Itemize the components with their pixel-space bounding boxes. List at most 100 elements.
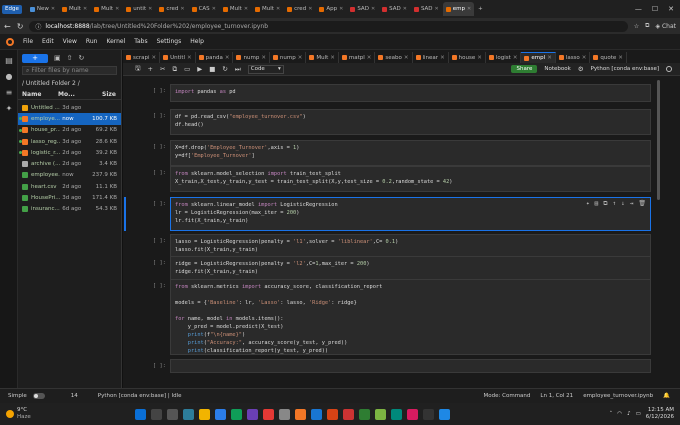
ai-assist-icon[interactable]: ✦ (586, 200, 590, 208)
menu-view[interactable]: View (63, 38, 77, 45)
file-row[interactable]: logistic_r... 2d ago 39.2 KB (18, 147, 121, 158)
kernel-name[interactable]: Python [conda env:base] (591, 66, 659, 72)
browser-tab[interactable]: SAD ✕ (347, 2, 378, 16)
restart-icon[interactable]: ↻ (222, 65, 227, 73)
simple-mode-toggle[interactable] (32, 393, 45, 399)
app-icon-7[interactable] (407, 408, 418, 420)
browser-tab[interactable]: SAD ✕ (411, 2, 442, 16)
run-icon[interactable]: ▶ (197, 65, 202, 73)
search-icon[interactable] (151, 408, 162, 420)
notebook-tab[interactable]: Mult ✕ (306, 52, 339, 63)
bug-icon[interactable]: ⚙ (578, 65, 584, 73)
cell-editor[interactable]: from sklearn.linear_model import Logisti… (170, 197, 651, 231)
app-icon-4[interactable] (343, 408, 354, 420)
close-tab-icon[interactable]: ✕ (225, 55, 230, 61)
paste-icon[interactable]: ▭ (184, 65, 190, 73)
code-cell[interactable]: [ ]: from sklearn.linear_model import Log… (124, 197, 651, 231)
maximize-icon[interactable]: ☐ (652, 5, 658, 13)
close-tab-icon[interactable]: ✕ (404, 55, 409, 61)
save-icon[interactable]: 🖫 (135, 64, 141, 75)
cell-editor[interactable]: import pandas as pd (170, 84, 651, 102)
close-tab-icon[interactable]: ✕ (513, 55, 518, 61)
cut-icon[interactable]: ✂ (160, 65, 165, 73)
notebook-tab[interactable]: logist ✕ (486, 52, 522, 63)
notifications-icon[interactable]: 🔔 (663, 393, 670, 399)
insert-cell-icon[interactable]: + (148, 65, 153, 73)
cell-editor[interactable]: from sklearn.model_selection import trai… (170, 166, 651, 192)
close-tab-icon[interactable]: ✕ (152, 55, 157, 61)
menu-settings[interactable]: Settings (157, 38, 182, 45)
code-cell[interactable]: [ ]: from sklearn.model_selection import … (136, 166, 651, 192)
browser-tab[interactable]: emp ✕ (442, 2, 475, 16)
chrome-icon[interactable] (231, 408, 242, 420)
menu-kernel[interactable]: Kernel (106, 38, 125, 45)
notebook-tab[interactable]: house ✕ (449, 52, 486, 63)
col-name-header[interactable]: Name (22, 91, 58, 98)
file-row[interactable]: lasso_reg... 3d ago 28.6 KB (18, 136, 121, 147)
close-tab-icon[interactable]: ✕ (477, 55, 482, 61)
browser-tab[interactable]: CAS ✕ (189, 2, 219, 16)
move-down-icon[interactable]: ↓ (621, 200, 625, 208)
browser-tab[interactable]: SAD ✕ (379, 2, 410, 16)
close-tab-icon[interactable]: ✕ (298, 55, 303, 61)
minimize-icon[interactable]: — (635, 5, 642, 13)
close-tab-icon[interactable]: ✕ (403, 6, 407, 12)
back-icon[interactable]: ← (4, 22, 11, 31)
vscode-icon[interactable] (439, 408, 450, 420)
menu-file[interactable]: File (23, 38, 33, 45)
stop-icon[interactable]: ■ (209, 65, 215, 73)
close-tab-icon[interactable]: ✕ (339, 6, 343, 12)
file-row[interactable]: HousePri... 3d ago 171.4 KB (18, 192, 121, 203)
file-row[interactable]: house_pr... 2d ago 69.2 KB (18, 125, 121, 136)
file-row[interactable]: Untitled ... 3d ago (18, 102, 121, 113)
refresh-icon[interactable]: ↻ (17, 22, 24, 31)
close-tab-icon[interactable]: ✕ (187, 55, 192, 61)
clock[interactable]: 12:15 AM 6/12/2026 (646, 407, 674, 421)
cursor-position[interactable]: Ln 1, Col 21 (540, 393, 573, 399)
close-tab-icon[interactable]: ✕ (367, 55, 372, 61)
app-icon[interactable] (247, 408, 258, 420)
notebook-tab[interactable]: Untitl ✕ (160, 52, 196, 63)
cell-editor[interactable] (170, 359, 651, 373)
menu-run[interactable]: Run (86, 38, 98, 45)
notebook-tab[interactable]: seabo ✕ (375, 52, 413, 63)
browser-tab[interactable]: New ✕ (27, 2, 58, 16)
close-tab-icon[interactable]: ✕ (180, 6, 184, 12)
app-icon-2[interactable] (279, 408, 290, 420)
close-tab-icon[interactable]: ✕ (308, 6, 312, 12)
url-input[interactable]: ⓘ localhost:8888/lab/tree/Untitled%20Fol… (29, 20, 628, 32)
close-tab-icon[interactable]: ✕ (83, 6, 87, 12)
task-view-icon[interactable] (167, 408, 178, 420)
brave-icon[interactable] (327, 408, 338, 420)
app-icon-3[interactable] (311, 408, 322, 420)
filter-files-input[interactable]: ⌕ Filter files by name (22, 66, 117, 75)
widgets-icon[interactable] (183, 408, 194, 420)
delete-cell-icon[interactable]: 🗑 (638, 200, 646, 208)
battery-icon[interactable]: ▭ (636, 411, 641, 417)
opera-icon[interactable] (263, 408, 274, 420)
app-icon-8[interactable] (423, 408, 434, 420)
browser-tab[interactable]: cred ✕ (284, 2, 315, 16)
cell-type-select[interactable]: Code ▾ (247, 64, 284, 74)
notebook-tab[interactable]: empl ✕ (521, 52, 556, 63)
close-window-icon[interactable]: ✕ (668, 5, 674, 13)
duplicate-cell-icon[interactable]: ⧉ (603, 200, 607, 208)
notebook-tab[interactable]: nump ✕ (233, 52, 270, 63)
wifi-icon[interactable]: ◠ (617, 411, 622, 417)
close-tab-icon[interactable]: ✕ (244, 6, 248, 12)
share-button[interactable]: Share (511, 65, 538, 73)
browser-tab[interactable]: cred ✕ (156, 2, 187, 16)
file-row[interactable]: archive (... 2d ago 3.4 KB (18, 158, 121, 169)
notebook-tab[interactable]: quote ✕ (590, 52, 627, 63)
scrollbar[interactable] (657, 80, 660, 200)
folder-icon[interactable]: ▤ (4, 56, 14, 66)
code-cell[interactable]: [ ]: import pandas as pd (136, 84, 651, 102)
insert-below-icon[interactable]: ⇥ (630, 200, 634, 208)
new-folder-icon[interactable]: ▣ (54, 54, 61, 62)
notebook-tab[interactable]: scrapi ✕ (123, 52, 161, 63)
browser-tab[interactable]: Mult ✕ (91, 2, 122, 16)
menu-help[interactable]: Help (190, 38, 204, 45)
kernel-status-text[interactable]: Python [conda env:base] | Idle (98, 393, 182, 399)
code-cell[interactable]: [ ]: (136, 359, 651, 373)
cell-editor[interactable]: X=df.drop('Employee_Turnover',axis = 1) y… (170, 140, 651, 166)
